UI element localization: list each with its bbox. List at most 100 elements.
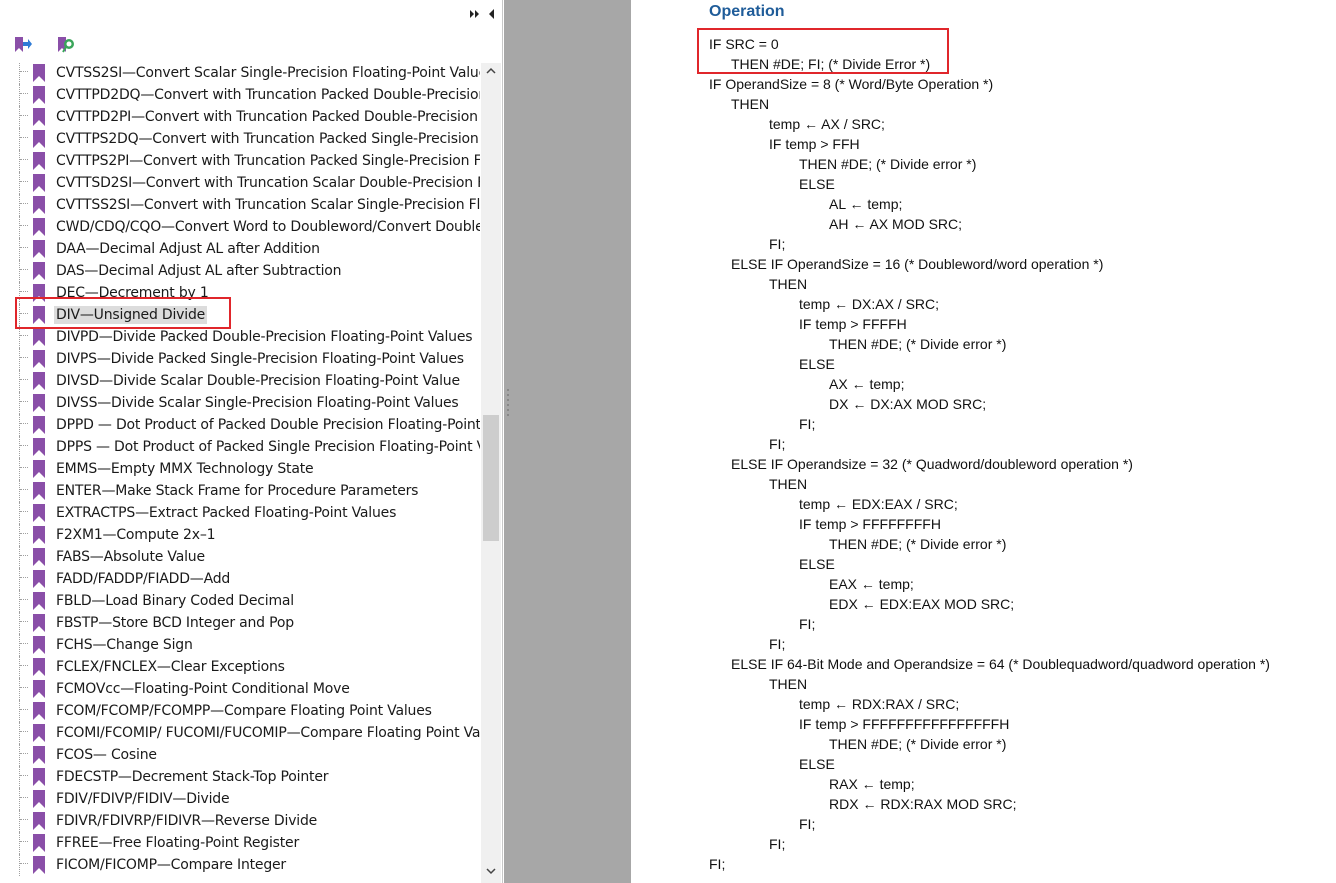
- code-line: DX ← DX:AX MOD SRC;: [829, 396, 987, 412]
- tree-connector-branch: [20, 401, 28, 402]
- bookmark-item[interactable]: CVTTPS2DQ—Convert with Truncation Packed…: [0, 128, 480, 150]
- code-line: AH ← AX MOD SRC;: [829, 216, 963, 232]
- bookmark-icon: [32, 86, 46, 104]
- bookmark-item[interactable]: CVTTSS2SI—Convert with Truncation Scalar…: [0, 194, 480, 216]
- tree-connector-line: [19, 678, 20, 700]
- bookmark-label: CVTTSD2SI—Convert with Truncation Scalar…: [56, 175, 480, 191]
- bookmark-icon: [32, 812, 46, 830]
- bookmark-icon: [32, 438, 46, 456]
- bookmark-item[interactable]: DIVSS—Divide Scalar Single-Precision Flo…: [0, 392, 480, 414]
- bookmark-item[interactable]: FICOM/FICOMP—Compare Integer: [0, 854, 480, 876]
- bookmark-label: DIVPS—Divide Packed Single-Precision Flo…: [56, 351, 464, 367]
- code-line: IF temp > FFFFFFFFFFFFFFFFH: [799, 716, 1010, 732]
- bookmark-item[interactable]: FCMOVcc—Floating-Point Conditional Move: [0, 678, 480, 700]
- bookmark-item[interactable]: FFREE—Free Floating-Point Register: [0, 832, 480, 854]
- bookmark-icon: [32, 306, 46, 324]
- scrollbar-thumb[interactable]: [483, 415, 499, 541]
- bookmark-label: FDECSTP—Decrement Stack-Top Pointer: [56, 769, 329, 785]
- bookmark-item[interactable]: DIVPS—Divide Packed Single-Precision Flo…: [0, 348, 480, 370]
- find-current-bookmark-icon[interactable]: [55, 34, 77, 56]
- bookmark-item[interactable]: DIVPD—Divide Packed Double-Precision Flo…: [0, 326, 480, 348]
- code-line: RAX ← temp;: [829, 776, 915, 792]
- bookmark-icon: [32, 526, 46, 544]
- tree-connector-branch: [20, 841, 28, 842]
- bookmark-item[interactable]: FCHS—Change Sign: [0, 634, 480, 656]
- bookmark-item[interactable]: FDIV/FDIVP/FIDIV—Divide: [0, 788, 480, 810]
- code-line: FI;: [799, 616, 816, 632]
- bookmark-item[interactable]: CVTTSD2SI—Convert with Truncation Scalar…: [0, 172, 480, 194]
- bookmark-item[interactable]: DPPS — Dot Product of Packed Single Prec…: [0, 436, 480, 458]
- tree-connector-line: [19, 172, 20, 194]
- panel-splitter-handle[interactable]: [504, 386, 512, 436]
- code-line: THEN #DE; (* Divide error *): [829, 736, 1007, 752]
- bookmark-item[interactable]: FADD/FADDP/FIADD—Add: [0, 568, 480, 590]
- code-line: THEN: [769, 276, 808, 292]
- bookmark-item[interactable]: DEC—Decrement by 1: [0, 282, 480, 304]
- bookmarks-panel: CVTSS2SI—Convert Scalar Single-Precision…: [0, 0, 503, 883]
- bookmark-icon: [32, 658, 46, 676]
- bookmark-item[interactable]: FDECSTP—Decrement Stack-Top Pointer: [0, 766, 480, 788]
- bookmark-label: FCOMI/FCOMIP/ FUCOMI/FUCOMIP—Compare Flo…: [56, 725, 480, 741]
- bookmark-item[interactable]: DIV—Unsigned Divide: [0, 304, 480, 326]
- bookmark-item[interactable]: CWD/CDQ/CQO—Convert Word to Doubleword/C…: [0, 216, 480, 238]
- scroll-down-arrow-icon[interactable]: [481, 863, 501, 883]
- bookmark-item[interactable]: FBLD—Load Binary Coded Decimal: [0, 590, 480, 612]
- tree-connector-line: [19, 194, 20, 216]
- bookmark-item[interactable]: DAS—Decimal Adjust AL after Subtraction: [0, 260, 480, 282]
- bookmark-label: DPPS — Dot Product of Packed Single Prec…: [56, 439, 480, 455]
- bookmark-item[interactable]: CVTSS2SI—Convert Scalar Single-Precision…: [0, 63, 480, 84]
- tree-connector-branch: [20, 555, 28, 556]
- bookmark-label: ENTER—Make Stack Frame for Procedure Par…: [56, 483, 419, 499]
- bookmark-item[interactable]: EXTRACTPS—Extract Packed Floating-Point …: [0, 502, 480, 524]
- bookmark-icon: [32, 570, 46, 588]
- bookmark-item[interactable]: F2XM1—Compute 2x–1: [0, 524, 480, 546]
- bookmark-options-icon[interactable]: [12, 34, 34, 56]
- bookmark-item[interactable]: CVTTPS2PI—Convert with Truncation Packed…: [0, 150, 480, 172]
- bookmark-icon: [32, 614, 46, 632]
- bookmark-icon: [32, 592, 46, 610]
- bookmark-item[interactable]: FCOS— Cosine: [0, 744, 480, 766]
- code-line: THEN #DE; (* Divide error *): [829, 336, 1007, 352]
- tree-connector-line: [19, 744, 20, 766]
- tree-connector-line: [19, 84, 20, 106]
- bookmark-icon: [32, 284, 46, 302]
- bookmark-label: EXTRACTPS—Extract Packed Floating-Point …: [56, 505, 397, 521]
- bookmark-item[interactable]: ENTER—Make Stack Frame for Procedure Par…: [0, 480, 480, 502]
- code-line: FI;: [769, 236, 786, 252]
- scroll-up-arrow-icon[interactable]: [481, 63, 501, 83]
- tree-connector-branch: [20, 687, 28, 688]
- bookmark-label: FDIVR/FDIVRP/FIDIVR—Reverse Divide: [56, 813, 318, 829]
- tree-connector-line: [19, 128, 20, 150]
- bookmark-icon: [32, 548, 46, 566]
- bookmark-item[interactable]: FCLEX/FNCLEX—Clear Exceptions: [0, 656, 480, 678]
- code-line: AL ← temp;: [829, 196, 903, 212]
- tree-connector-branch: [20, 225, 28, 226]
- bookmark-item[interactable]: FDIVR/FDIVRP/FIDIVR—Reverse Divide: [0, 810, 480, 832]
- double-right-arrow-icon[interactable]: [468, 7, 482, 21]
- bookmark-item[interactable]: FABS—Absolute Value: [0, 546, 480, 568]
- bookmark-item[interactable]: CVTTPD2PI—Convert with Truncation Packed…: [0, 106, 480, 128]
- bookmark-icon: [32, 724, 46, 742]
- tree-connector-line: [19, 568, 20, 590]
- bookmark-item[interactable]: DAA—Decimal Adjust AL after Addition: [0, 238, 480, 260]
- tree-connector-line: [19, 590, 20, 612]
- bookmark-item[interactable]: FCOMI/FCOMIP/ FUCOMI/FUCOMIP—Compare Flo…: [0, 722, 480, 744]
- bookmarks-scrollbar[interactable]: [481, 63, 501, 883]
- tree-connector-line: [19, 722, 20, 744]
- bookmark-item[interactable]: EMMS—Empty MMX Technology State: [0, 458, 480, 480]
- bookmark-item[interactable]: CVTTPD2DQ—Convert with Truncation Packed…: [0, 84, 480, 106]
- bookmark-icon: [32, 372, 46, 390]
- code-line: IF OperandSize = 8 (* Word/Byte Operatio…: [709, 76, 994, 92]
- tree-connector-line: [19, 326, 20, 348]
- tree-connector-line: [19, 370, 20, 392]
- bookmark-item[interactable]: FCOM/FCOMP/FCOMPP—Compare Floating Point…: [0, 700, 480, 722]
- bookmark-item[interactable]: DPPD — Dot Product of Packed Double Prec…: [0, 414, 480, 436]
- tree-connector-line: [19, 480, 20, 502]
- bookmark-label: F2XM1—Compute 2x–1: [56, 527, 216, 543]
- bookmark-item[interactable]: FBSTP—Store BCD Integer and Pop: [0, 612, 480, 634]
- bookmarks-toolbar: [0, 30, 502, 60]
- code-line: IF temp > FFFFFFFFH: [799, 516, 941, 532]
- bookmark-item[interactable]: DIVSD—Divide Scalar Double-Precision Flo…: [0, 370, 480, 392]
- left-arrow-icon[interactable]: [485, 7, 499, 21]
- tree-connector-branch: [20, 621, 28, 622]
